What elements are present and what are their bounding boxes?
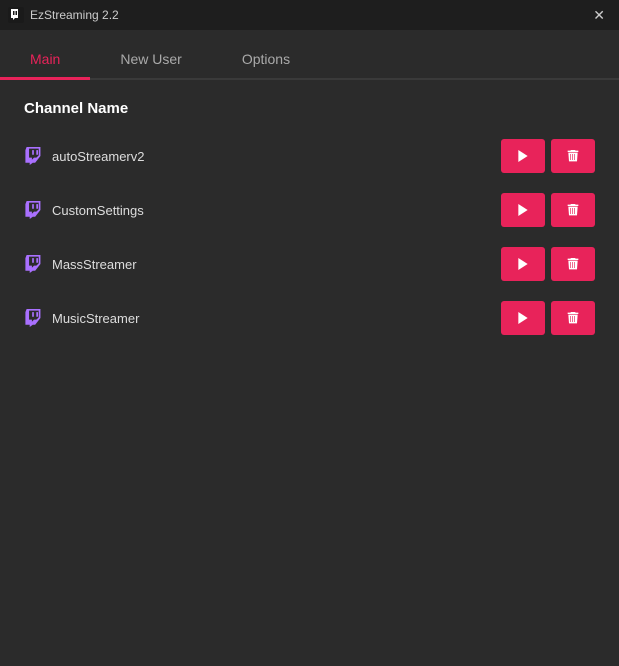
play-button[interactable] (501, 193, 545, 227)
user-row: autoStreamerv2 (24, 129, 595, 183)
tab-new-user[interactable]: New User (90, 41, 211, 80)
user-name: autoStreamerv2 (52, 149, 145, 164)
delete-button[interactable] (551, 193, 595, 227)
twitch-icon (24, 146, 44, 166)
play-button[interactable] (501, 301, 545, 335)
play-button[interactable] (501, 247, 545, 281)
user-actions-0 (501, 139, 595, 173)
user-list: autoStreamerv2 CustomSettings (24, 129, 595, 345)
channel-name-header: Channel Name (24, 100, 595, 117)
delete-button[interactable] (551, 139, 595, 173)
user-name: CustomSettings (52, 203, 144, 218)
delete-button[interactable] (551, 247, 595, 281)
user-name: MusicStreamer (52, 311, 139, 326)
main-content: Channel Name autoStreamerv2 (0, 80, 619, 365)
user-actions-3 (501, 301, 595, 335)
user-left-2: MassStreamer (24, 254, 137, 274)
user-actions-1 (501, 193, 595, 227)
twitch-icon (24, 254, 44, 274)
app-title: EzStreaming 2.2 (30, 8, 119, 22)
user-name: MassStreamer (52, 257, 137, 272)
delete-button[interactable] (551, 301, 595, 335)
title-bar-left: EzStreaming 2.2 (8, 7, 119, 23)
user-row: CustomSettings (24, 183, 595, 237)
user-left-3: MusicStreamer (24, 308, 139, 328)
play-button[interactable] (501, 139, 545, 173)
tab-bar: Main New User Options (0, 30, 619, 80)
title-bar: EzStreaming 2.2 ✕ (0, 0, 619, 30)
user-row: MassStreamer (24, 237, 595, 291)
tab-main[interactable]: Main (0, 41, 90, 80)
user-left-0: autoStreamerv2 (24, 146, 145, 166)
user-row: MusicStreamer (24, 291, 595, 345)
twitch-icon (24, 200, 44, 220)
app-icon (8, 7, 24, 23)
twitch-icon (24, 308, 44, 328)
tab-options[interactable]: Options (212, 41, 320, 80)
close-button[interactable]: ✕ (587, 6, 611, 24)
user-actions-2 (501, 247, 595, 281)
user-left-1: CustomSettings (24, 200, 144, 220)
